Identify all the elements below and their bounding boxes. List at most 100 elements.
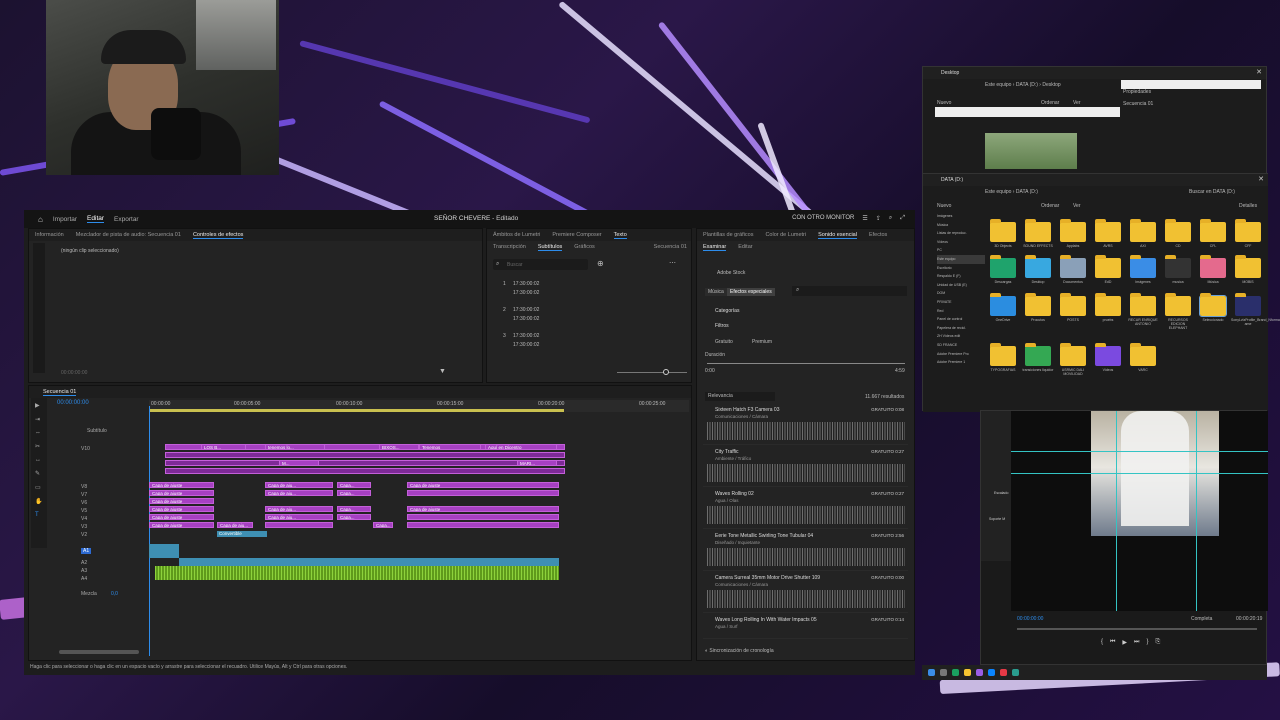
videos-folder-icon[interactable] (1095, 343, 1121, 366)
share-icon[interactable]: ⇪ (876, 215, 881, 222)
sort-button[interactable]: Ordenar (1041, 203, 1059, 209)
onedrive-folder-icon[interactable] (990, 293, 1016, 316)
time-ruler[interactable]: 00:00:00 00:00:05:00 00:00:10:00 00:00:1… (149, 400, 689, 412)
duration-slider[interactable] (707, 363, 905, 364)
filters-toggle[interactable]: Filtros (715, 323, 729, 329)
nav-item[interactable]: Adobe Premiere 1 (937, 358, 985, 367)
premiere-icon[interactable] (976, 669, 983, 676)
nav-item[interactable]: Música (937, 221, 985, 230)
track-a2[interactable]: A2 (81, 560, 87, 566)
adjustment-layer-clip[interactable]: Capa... (337, 506, 371, 512)
nav-item[interactable]: Red (937, 307, 985, 316)
step-back-icon[interactable]: ⏮ (1110, 639, 1115, 646)
video-clip[interactable] (165, 460, 565, 466)
fullscreen-icon[interactable]: ⤢ (900, 215, 905, 222)
close-icon[interactable]: ✕ (1258, 175, 1264, 183)
tab-lumetri-scopes[interactable]: Ámbitos de Lumetri (493, 232, 540, 238)
chrome-icon[interactable] (952, 669, 959, 676)
folder-icon[interactable] (1165, 219, 1191, 242)
adjustment-layer-clip[interactable]: Capa de ajuste (149, 514, 214, 520)
pictures-folder-icon[interactable] (1130, 255, 1156, 278)
hand-icon[interactable]: ✋ (35, 498, 43, 505)
track-a3[interactable]: A3 (81, 568, 87, 574)
preview-scrubber[interactable] (1017, 628, 1257, 630)
preview-timecode[interactable]: 00:00:00:00 (1017, 616, 1043, 622)
video-clip[interactable] (165, 452, 565, 458)
track-v6[interactable]: V6 (81, 500, 87, 506)
video-clip[interactable]: tenemos lo... (265, 444, 325, 450)
workspace-label[interactable]: CON OTRO MONITOR (792, 215, 854, 222)
adjustment-layer-clip[interactable]: Capa de aju... (265, 514, 333, 520)
tab-effect-controls[interactable]: Controles de efectos (192, 232, 244, 239)
nav-item[interactable]: Escritorio (937, 264, 985, 273)
adjustment-layer-clip[interactable]: Capa de ajuste (149, 482, 214, 488)
adjustment-layer-clip[interactable]: Capa de aju... (265, 490, 333, 496)
address-input[interactable] (1121, 80, 1261, 89)
sound-result[interactable]: City Traffic Ambiente / Tráfico GRATUITO 0… (703, 447, 908, 487)
tab-lumetri-color[interactable]: Color de Lumetri (765, 232, 806, 238)
folder-icon[interactable] (1199, 293, 1227, 317)
adjustment-layer-clip[interactable]: Capa de aju... (265, 506, 333, 512)
audio-clip[interactable] (155, 566, 559, 580)
adjustment-layer-clip[interactable]: Capa de ajuste (407, 506, 559, 512)
text-tool-icon[interactable]: T (35, 512, 43, 518)
music-button[interactable]: Música (705, 288, 727, 296)
nav-item[interactable]: Vídeos (937, 238, 985, 247)
adjustment-layer-clip[interactable]: Capa de aju... (265, 482, 333, 488)
export-frame-icon[interactable]: ⎘ (1155, 639, 1160, 646)
sort-button[interactable]: Ordenar (1041, 100, 1059, 106)
video-clip[interactable]: Aquí en Dicentro (485, 444, 557, 450)
nav-item[interactable]: Respaldo E (F) (937, 272, 985, 281)
nav-item[interactable]: Este equipo (937, 254, 985, 264)
home-icon[interactable]: ⌂ (38, 215, 43, 224)
mix-value[interactable]: 0,0 (111, 591, 118, 597)
video-clip[interactable]: BIXOS... (379, 444, 419, 450)
add-caption-icon[interactable]: ⊕ (597, 259, 604, 268)
nav-item[interactable]: Unidad de USB (E) (937, 281, 985, 290)
folder-icon[interactable] (1095, 255, 1121, 278)
tab-essential-sound[interactable]: Sonido esencial (818, 232, 857, 239)
track-v4[interactable]: V4 (81, 516, 87, 522)
folder-icon[interactable] (1095, 293, 1121, 316)
selection-tool-icon[interactable]: ▶ (35, 402, 43, 409)
view-button[interactable]: Ver (1073, 100, 1081, 106)
preview-frame[interactable] (1011, 411, 1268, 611)
folder-icon[interactable] (1060, 219, 1086, 242)
breadcrumb[interactable]: Este equipo › DATA (D:) (985, 189, 1038, 195)
tab-info[interactable]: Información (35, 232, 64, 238)
fit-dropdown[interactable]: Completa (1191, 616, 1212, 622)
video-clip[interactable]: Tenemos (419, 444, 481, 450)
adjustment-layer-clip[interactable] (407, 514, 559, 520)
tab-subtitles[interactable]: Subtítulos (537, 244, 563, 251)
sound-result[interactable]: Sixteen Hatch F3 Camera 03 Comunicaciones… (703, 405, 908, 445)
app-icon[interactable] (1012, 669, 1019, 676)
step-forward-icon[interactable]: ⏭ (1134, 639, 1139, 646)
adjustment-layer-clip[interactable]: Capa... (337, 490, 371, 496)
video-clip[interactable]: LOS B... (201, 444, 246, 450)
new-button[interactable]: Nuevo (937, 100, 951, 106)
tab-text[interactable]: Texto (613, 232, 627, 239)
adjustment-layer-clip[interactable] (407, 522, 559, 528)
folder-icon[interactable] (1130, 343, 1156, 366)
sfx-button[interactable]: Efectos especiales (727, 288, 775, 296)
categories-toggle[interactable]: Categorías (715, 308, 739, 314)
adjustment-layer-clip[interactable]: Capa de ajuste (149, 498, 214, 504)
play-icon[interactable]: ▶ (1122, 639, 1127, 646)
adjustment-layer-clip[interactable]: Capa de ajuste (149, 522, 214, 528)
adjustment-layer-clip[interactable]: Capa... (337, 482, 371, 488)
track-a4[interactable]: A4 (81, 576, 87, 582)
tab-sequence[interactable]: Secuencia 01 (43, 389, 77, 396)
downloads-folder-icon[interactable] (990, 255, 1016, 278)
explorer-tab-data[interactable]: DATA (D:) (941, 177, 963, 183)
adjustment-layer-clip[interactable]: Capa de ajuste (149, 490, 214, 496)
track-v2[interactable]: V2 (81, 532, 87, 538)
breadcrumb[interactable]: Este equipo › DATA (D:) › Desktop (985, 82, 1061, 88)
folder-icon[interactable] (1165, 255, 1191, 278)
folder-icon[interactable] (1130, 219, 1156, 242)
track-v8[interactable]: V8 (81, 484, 87, 490)
nav-item[interactable]: Panel de control (937, 315, 985, 324)
audio-clip[interactable] (149, 544, 179, 558)
timeline-timecode[interactable]: 00:00:00:00 (57, 400, 89, 406)
folder-icon[interactable] (1025, 343, 1051, 366)
adjustment-layer-clip[interactable]: Capa de ajuste (149, 506, 214, 512)
